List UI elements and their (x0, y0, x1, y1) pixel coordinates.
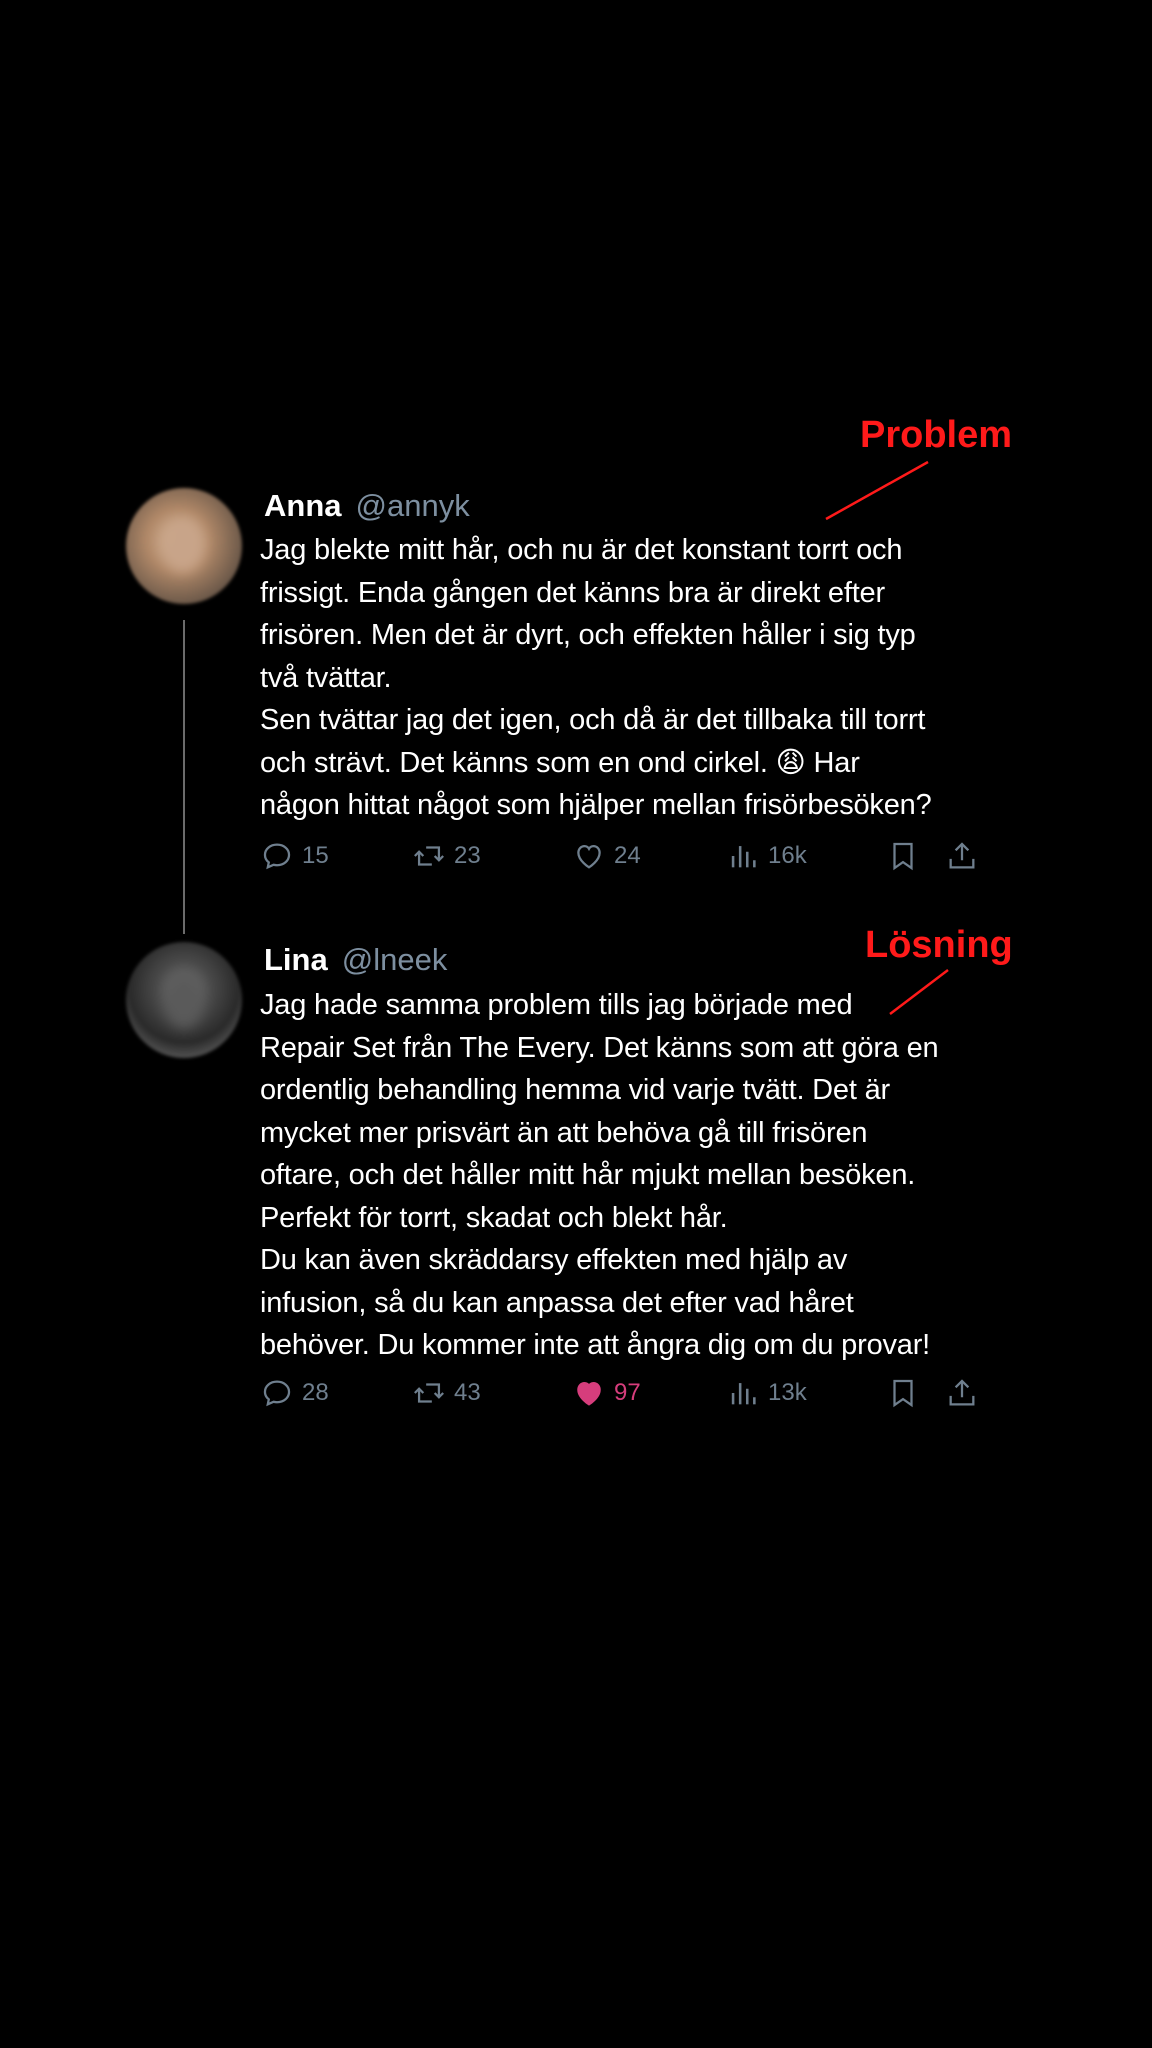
tweet-actions: 28 43 97 13k (260, 1373, 1000, 1413)
like-button[interactable]: 97 (572, 1373, 641, 1413)
views-count: 13k (768, 1379, 807, 1406)
problem-annotation: Problem (860, 414, 1013, 456)
share-button[interactable] (945, 836, 979, 876)
display-name[interactable]: Lina (264, 942, 328, 978)
retweet-button[interactable]: 43 (412, 1373, 481, 1413)
heart-icon (577, 1381, 601, 1406)
reply-count: 15 (302, 842, 329, 869)
tweet-text: Jag hade samma problem tills jag började… (260, 989, 939, 1361)
views-icon (731, 1383, 756, 1405)
heart-icon (577, 844, 601, 869)
tweet-header: Lina @lneek (264, 942, 447, 978)
views-button[interactable]: 13k (726, 1373, 807, 1413)
like-count: 24 (614, 842, 641, 869)
share-icon (949, 842, 975, 869)
display-name[interactable]: Anna (264, 488, 342, 524)
reply-count: 28 (302, 1379, 329, 1406)
reply-icon (263, 1380, 291, 1407)
views-icon (731, 846, 756, 868)
tweet-actions: 15 23 24 16k (260, 836, 1000, 876)
solution-annotation: Lösning (865, 924, 1013, 966)
reply-button[interactable]: 28 (260, 1373, 329, 1413)
like-count: 97 (614, 1379, 641, 1406)
reply-button[interactable]: 15 (260, 836, 329, 876)
share-button[interactable] (945, 1373, 979, 1413)
user-handle[interactable]: @lneek (342, 942, 448, 978)
retweet-count: 23 (454, 842, 481, 869)
problem-pointer-line (825, 460, 929, 521)
retweet-button[interactable]: 23 (412, 836, 481, 876)
thread-connector-line (183, 620, 185, 934)
retweet-count: 43 (454, 1379, 481, 1406)
bookmark-icon (893, 1379, 913, 1408)
reply-icon (263, 843, 291, 870)
bookmark-button[interactable] (886, 836, 920, 876)
user-handle[interactable]: @annyk (356, 488, 470, 524)
retweet-icon (414, 1383, 444, 1403)
views-count: 16k (768, 842, 807, 869)
views-button[interactable]: 16k (726, 836, 807, 876)
avatar-anna[interactable] (126, 488, 242, 604)
avatar-face (164, 972, 204, 1028)
avatar-lina[interactable] (126, 942, 242, 1058)
bookmark-button[interactable] (886, 1373, 920, 1413)
bookmark-icon (893, 842, 913, 871)
share-icon (949, 1379, 975, 1406)
tweet-text: Jag blekte mitt hår, och nu är det konst… (260, 534, 932, 821)
avatar-face (162, 518, 204, 572)
like-button[interactable]: 24 (572, 836, 641, 876)
tweet-header: Anna @annyk (264, 488, 470, 524)
retweet-icon (414, 846, 444, 866)
